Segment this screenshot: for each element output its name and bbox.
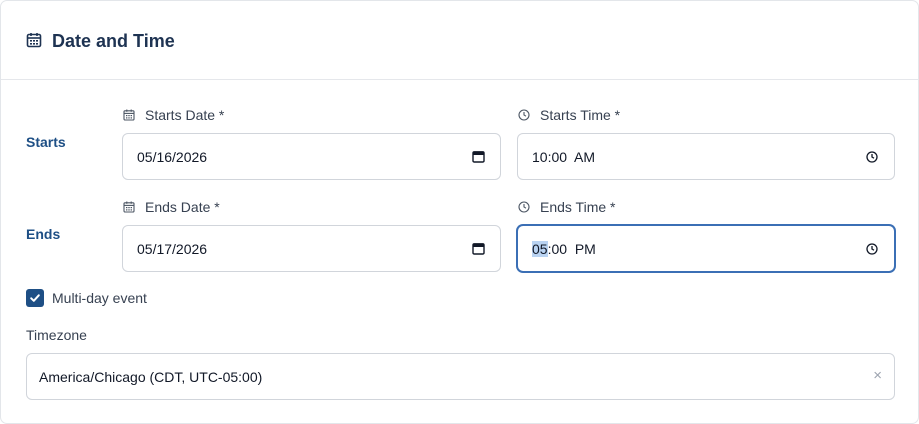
starts-date-label: Starts Date *: [123, 106, 224, 124]
calendar-icon: [123, 201, 135, 213]
ends-time-hour-segment[interactable]: 05: [532, 240, 548, 257]
date-time-card: Date and Time Starts Starts Date * 05/16…: [0, 0, 919, 424]
timezone-label: Timezone: [26, 327, 87, 343]
ends-time-input[interactable]: 05 :00 PM: [517, 225, 895, 272]
starts-row-label: Starts: [26, 134, 66, 150]
calendar-picker-icon[interactable]: [472, 150, 485, 163]
checkmark-icon: [30, 294, 40, 302]
starts-date-input[interactable]: 05/16/2026: [122, 133, 501, 180]
ends-row-label: Ends: [26, 226, 61, 242]
ends-date-label-text: Ends Date *: [145, 199, 220, 215]
clear-icon[interactable]: ×: [873, 368, 882, 384]
ends-date-value: 05/17/2026: [137, 240, 208, 257]
calendar-picker-icon[interactable]: [472, 242, 485, 255]
clock-icon[interactable]: [866, 243, 878, 255]
starts-time-label-text: Starts Time *: [540, 107, 621, 123]
ends-time-label-text: Ends Time *: [540, 199, 616, 215]
multi-day-label[interactable]: Multi-day event: [52, 289, 147, 307]
ends-date-input[interactable]: 05/17/2026: [122, 225, 501, 272]
ends-date-label: Ends Date *: [123, 198, 220, 216]
ends-time-rest: :00 PM: [547, 240, 596, 257]
calendar-icon: [26, 33, 42, 48]
ends-time-label: Ends Time *: [518, 198, 615, 216]
calendar-icon: [123, 109, 135, 121]
starts-time-input[interactable]: 10:00 AM: [517, 133, 895, 180]
starts-time-label: Starts Time *: [518, 106, 620, 124]
starts-date-label-text: Starts Date *: [145, 107, 225, 123]
card-header: Date and Time: [1, 1, 918, 80]
starts-time-value: 10:00 AM: [532, 148, 596, 165]
starts-date-value: 05/16/2026: [137, 148, 208, 165]
clock-icon: [518, 201, 530, 213]
multi-day-checkbox[interactable]: [26, 289, 44, 307]
card-title: Date and Time: [52, 31, 175, 51]
timezone-select[interactable]: America/Chicago (CDT, UTC-05:00) ×: [26, 353, 895, 400]
timezone-value: America/Chicago (CDT, UTC-05:00): [39, 368, 263, 385]
clock-icon: [518, 109, 530, 121]
clock-icon[interactable]: [866, 151, 878, 163]
